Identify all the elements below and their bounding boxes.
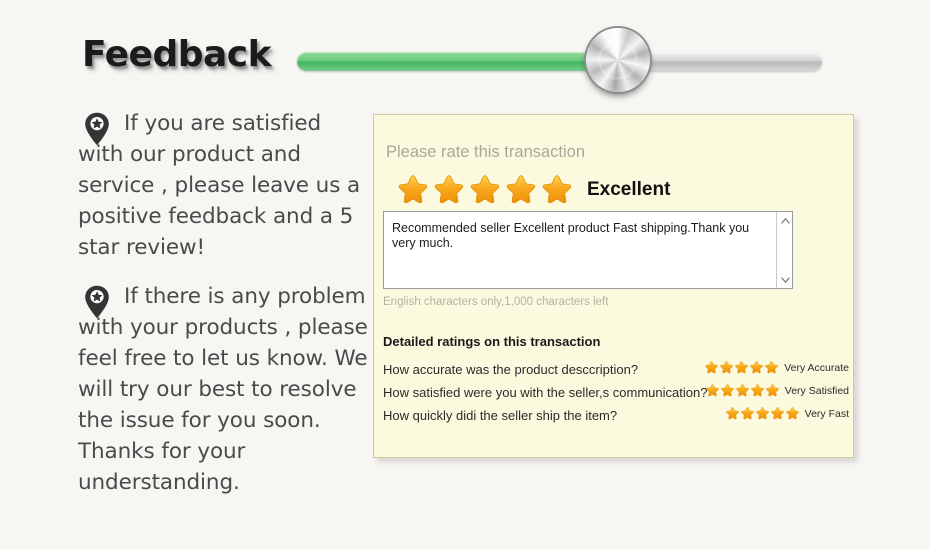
- overall-rating-stars[interactable]: [396, 173, 574, 207]
- rating-row: How satisfied were you with the seller,s…: [383, 383, 849, 406]
- progress-slider[interactable]: [297, 28, 822, 92]
- star-icon[interactable]: [720, 383, 735, 398]
- list-item-text: If you are satisfied with our product an…: [78, 111, 361, 260]
- feedback-panel: Please rate this transaction Excellent R…: [373, 114, 854, 458]
- star-icon[interactable]: [735, 383, 750, 398]
- detailed-ratings-list: How accurate was the product desccriptio…: [383, 360, 849, 429]
- star-icon[interactable]: [740, 406, 755, 421]
- slider-knob-icon[interactable]: [586, 28, 650, 92]
- rating-value-group: Very Accurate: [704, 360, 849, 375]
- star-icon[interactable]: [705, 383, 720, 398]
- list-item: If you are satisfied with our product an…: [78, 108, 370, 263]
- star-icon[interactable]: [765, 383, 780, 398]
- rating-row: How quickly didi the seller ship the ite…: [383, 406, 849, 429]
- star-icon[interactable]: [468, 173, 502, 207]
- rating-question: How quickly didi the seller ship the ite…: [383, 408, 618, 423]
- map-pin-star-icon: [84, 285, 110, 319]
- star-icon[interactable]: [540, 173, 574, 207]
- star-icon[interactable]: [725, 406, 740, 421]
- star-icon[interactable]: [764, 360, 779, 375]
- page-header: Feedback: [0, 0, 930, 100]
- star-icon[interactable]: [432, 173, 466, 207]
- detailed-ratings-title: Detailed ratings on this transaction: [383, 334, 601, 349]
- rate-prompt-label: Please rate this transaction: [386, 143, 586, 161]
- star-icon[interactable]: [770, 406, 785, 421]
- star-icon[interactable]: [734, 360, 749, 375]
- chevron-down-icon[interactable]: [777, 272, 793, 287]
- list-item: If there is any problem with your produc…: [78, 281, 370, 498]
- star-icon[interactable]: [704, 360, 719, 375]
- review-scrollbar[interactable]: [776, 212, 792, 288]
- rating-question: How accurate was the product desccriptio…: [383, 362, 639, 377]
- rating-label: Very Satisfied: [784, 384, 849, 397]
- star-icon[interactable]: [755, 406, 770, 421]
- review-textarea[interactable]: Recommended seller Excellent product Fas…: [383, 211, 793, 289]
- map-pin-star-icon: [84, 112, 110, 146]
- rating-value-group: Very Fast: [725, 406, 849, 421]
- overall-rating-label: Excellent: [587, 179, 671, 200]
- rating-question: How satisfied were you with the seller,s…: [383, 385, 708, 400]
- review-text-value: Recommended seller Excellent product Fas…: [392, 221, 750, 250]
- star-icon[interactable]: [749, 360, 764, 375]
- page-title: Feedback: [82, 34, 272, 75]
- rating-row: How accurate was the product desccriptio…: [383, 360, 849, 383]
- rating-stars[interactable]: [725, 406, 800, 421]
- rating-stars[interactable]: [704, 360, 779, 375]
- star-icon[interactable]: [750, 383, 765, 398]
- rating-label: Very Fast: [804, 407, 849, 420]
- rating-stars[interactable]: [705, 383, 780, 398]
- slider-fill: [297, 52, 617, 71]
- list-item-text: If there is any problem with your produc…: [78, 284, 368, 495]
- star-icon[interactable]: [396, 173, 430, 207]
- star-icon[interactable]: [785, 406, 800, 421]
- instructions-column: If you are satisfied with our product an…: [78, 108, 370, 516]
- star-icon[interactable]: [719, 360, 734, 375]
- star-icon[interactable]: [504, 173, 538, 207]
- rating-value-group: Very Satisfied: [705, 383, 849, 398]
- rating-label: Very Accurate: [784, 361, 849, 374]
- chevron-up-icon[interactable]: [777, 213, 793, 228]
- characters-left-label: English characters only,1,000 characters…: [383, 296, 609, 308]
